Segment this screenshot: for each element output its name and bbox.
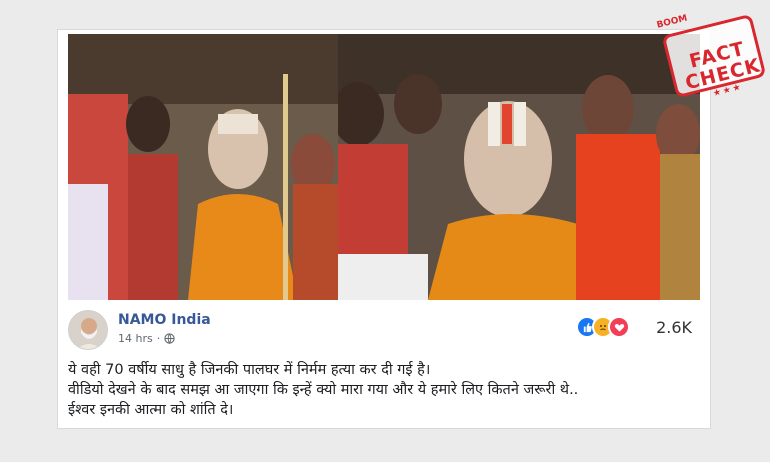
photo-left — [68, 34, 338, 300]
stamp-frame: FACT CHECK — [661, 13, 767, 99]
post-text-line: ये वही 70 वर्षीय साधु है जिनकी पालघर में… — [68, 362, 431, 378]
background: NAMO India 14 hrs · 2.6K ये वही 70 वर्षी… — [0, 0, 770, 462]
post-header: NAMO India 14 hrs · 2.6K — [68, 310, 700, 354]
facebook-post-screenshot: NAMO India 14 hrs · 2.6K ये वही 70 वर्षी… — [58, 30, 710, 428]
post-time[interactable]: 14 hrs — [118, 332, 153, 345]
avatar[interactable] — [68, 310, 108, 350]
post-photos — [68, 34, 700, 300]
post-text-line: ईश्वर इनकी आत्मा को शांति दे। — [68, 402, 234, 418]
photo-right — [338, 34, 700, 300]
post-meta: 14 hrs · — [118, 332, 175, 345]
post-text-line: वीडियो देखने के बाद समझ आ जाएगा कि इन्हे… — [68, 382, 579, 398]
post-text: ये वही 70 वर्षीय साधु है जिनकी पालघर में… — [68, 360, 700, 420]
page-name[interactable]: NAMO India — [118, 312, 211, 328]
reaction-count[interactable]: 2.6K — [656, 318, 692, 337]
dot-separator: · — [156, 332, 161, 345]
reactions[interactable] — [576, 316, 630, 338]
stamp-brand: BOOM — [655, 13, 689, 31]
love-icon — [608, 316, 630, 338]
globe-icon — [164, 333, 175, 344]
